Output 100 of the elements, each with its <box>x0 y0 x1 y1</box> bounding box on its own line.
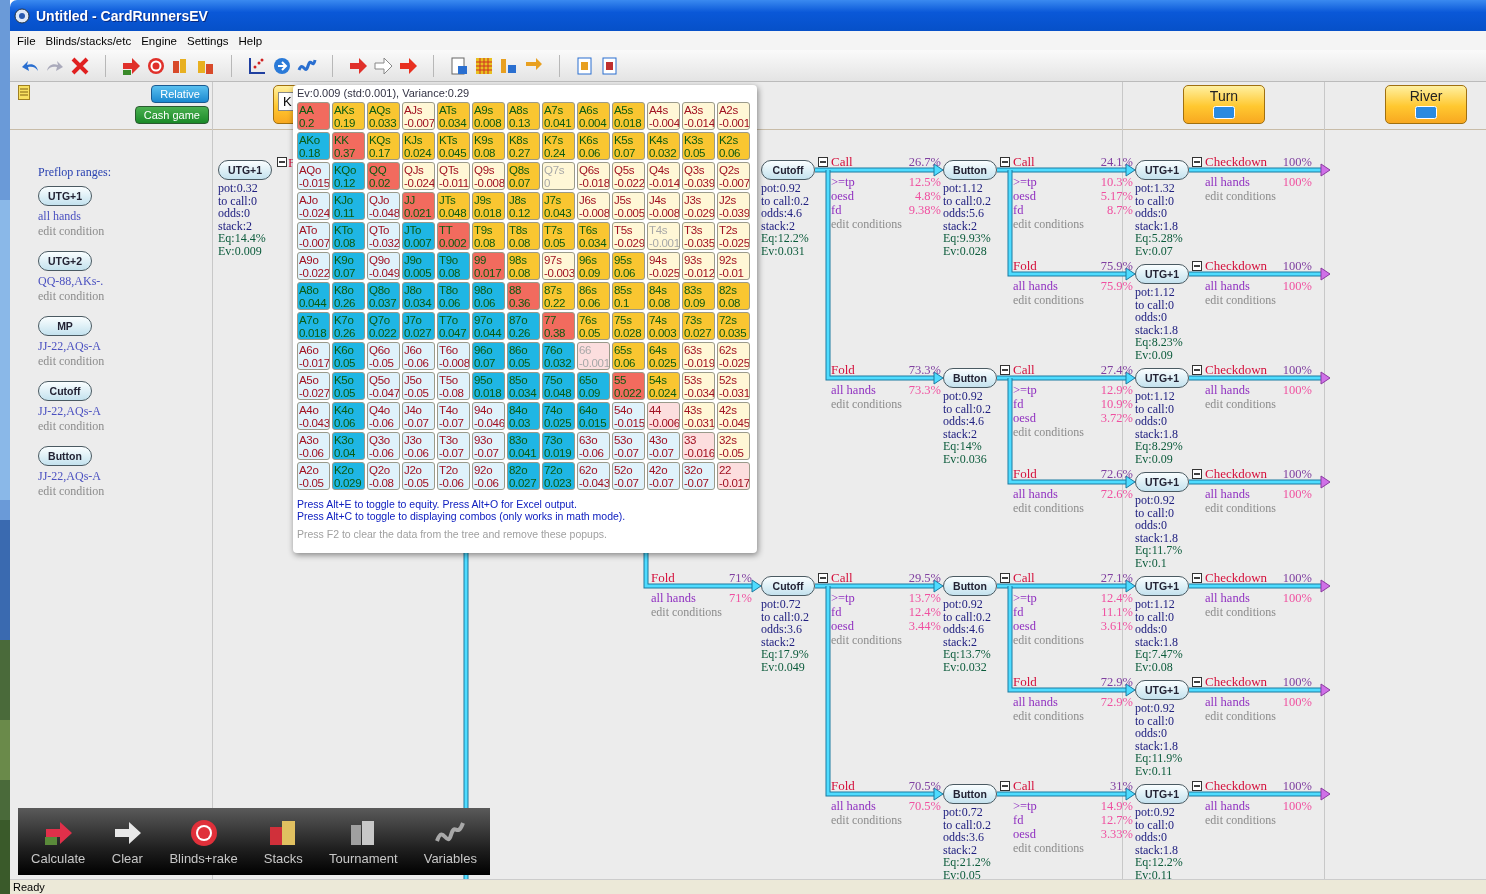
edit-conditions-link[interactable]: edit conditions <box>1013 633 1084 648</box>
arrow-icon[interactable] <box>373 55 393 76</box>
edit-conditions-link[interactable]: edit conditions <box>1205 189 1276 204</box>
position-button[interactable]: UTG+1 <box>1135 160 1189 180</box>
collapse-icon[interactable] <box>1192 157 1202 167</box>
menu-item[interactable]: Engine <box>136 31 182 50</box>
dock-button[interactable]: Variables <box>423 817 477 866</box>
edit-condition-link[interactable]: edit condition <box>38 354 105 369</box>
action-label[interactable]: Call <box>1013 155 1035 169</box>
edit-conditions-link[interactable]: edit conditions <box>831 217 902 232</box>
edit-conditions-link[interactable]: edit conditions <box>1013 841 1084 856</box>
collapse-icon[interactable] <box>1192 365 1202 375</box>
edit-conditions-link[interactable]: edit conditions <box>831 633 902 648</box>
grid-icon[interactable] <box>474 55 494 76</box>
position-button[interactable]: Button <box>943 160 997 180</box>
position-button[interactable]: UTG+1 <box>1135 368 1189 388</box>
action-label[interactable]: Fold <box>651 571 675 585</box>
action-label[interactable]: Checkdown <box>1205 675 1268 689</box>
collapse-icon[interactable] <box>1192 781 1202 791</box>
action-label[interactable]: Fold <box>831 779 855 793</box>
action-label[interactable]: Checkdown <box>1205 259 1268 273</box>
edit-conditions-link[interactable]: edit conditions <box>831 813 902 828</box>
edit-conditions-link[interactable]: edit conditions <box>1013 501 1084 516</box>
action-label[interactable]: Fold <box>1013 467 1037 481</box>
position-button[interactable]: UTG+1 <box>1135 784 1189 804</box>
collapse-icon[interactable] <box>277 157 287 167</box>
edit-condition-link[interactable]: edit condition <box>38 484 105 499</box>
edit-conditions-link[interactable]: edit conditions <box>1013 709 1084 724</box>
delete-icon[interactable] <box>70 55 90 76</box>
edit-conditions-link[interactable]: edit conditions <box>1013 425 1084 440</box>
action-label[interactable]: Call <box>1013 571 1035 585</box>
action-label[interactable]: Checkdown <box>1205 363 1268 377</box>
edit-conditions-link[interactable]: edit conditions <box>1205 397 1276 412</box>
position-button[interactable]: Button <box>943 368 997 388</box>
collapse-icon[interactable] <box>1192 261 1202 271</box>
arrow-icon[interactable] <box>121 55 141 76</box>
position-button[interactable]: UTG+1 <box>1135 680 1189 700</box>
scatter-chart-icon[interactable] <box>247 55 267 76</box>
arrow-icon[interactable] <box>398 55 418 76</box>
edit-conditions-link[interactable]: edit conditions <box>1013 217 1084 232</box>
edit-condition-link[interactable]: edit condition <box>38 224 105 239</box>
edit-condition-link[interactable]: edit condition <box>38 289 105 304</box>
collapse-icon[interactable] <box>1000 157 1010 167</box>
action-label[interactable]: Checkdown <box>1205 155 1268 169</box>
collapse-icon[interactable] <box>1000 781 1010 791</box>
collapse-icon[interactable] <box>1000 573 1010 583</box>
position-button[interactable]: MP <box>38 316 92 336</box>
collapse-icon[interactable] <box>818 573 828 583</box>
action-label[interactable]: Call <box>831 155 853 169</box>
collapse-icon[interactable] <box>1192 573 1202 583</box>
action-label[interactable]: Fold <box>1013 259 1037 273</box>
action-label[interactable]: Fold <box>831 363 855 377</box>
position-button[interactable]: Cutoff <box>38 381 92 401</box>
collapse-icon[interactable] <box>1192 469 1202 479</box>
edit-condition-link[interactable]: edit condition <box>38 419 105 434</box>
action-label[interactable]: Call <box>831 571 853 585</box>
position-button[interactable]: UTG+2 <box>38 251 92 271</box>
collapse-icon[interactable] <box>818 157 828 167</box>
relative-button[interactable]: Relative <box>151 85 209 103</box>
collapse-icon[interactable] <box>1000 365 1010 375</box>
chip-icon[interactable] <box>146 55 166 76</box>
menu-item[interactable]: Blinds/stacks/etc <box>40 31 137 50</box>
note-icon[interactable] <box>18 85 30 100</box>
cash-game-button[interactable]: Cash game <box>134 106 209 124</box>
edit-conditions-link[interactable]: edit conditions <box>1205 293 1276 308</box>
edit-conditions-link[interactable]: edit conditions <box>1205 813 1276 828</box>
position-button[interactable]: Cutoff <box>761 576 815 596</box>
dock-button[interactable]: Stacks <box>263 817 303 866</box>
position-button[interactable]: UTG+1 <box>218 160 272 180</box>
action-label[interactable]: Checkdown <box>1205 571 1268 585</box>
street-button[interactable]: River <box>1385 85 1467 124</box>
action-label[interactable]: Call <box>1013 363 1035 377</box>
position-button[interactable]: Button <box>943 784 997 804</box>
edit-conditions-link[interactable]: edit conditions <box>1205 709 1276 724</box>
collapse-icon[interactable] <box>1192 677 1202 687</box>
position-button[interactable]: Cutoff <box>761 160 815 180</box>
position-button[interactable]: UTG+1 <box>38 186 92 206</box>
edit-conditions-link[interactable]: edit conditions <box>1013 293 1084 308</box>
menu-item[interactable]: File <box>12 31 41 50</box>
position-button[interactable]: UTG+1 <box>1135 472 1189 492</box>
document-icon[interactable] <box>600 55 620 76</box>
position-button[interactable]: UTG+1 <box>1135 576 1189 596</box>
menu-item[interactable]: Help <box>233 31 268 50</box>
position-button[interactable]: Button <box>38 446 92 466</box>
dock-button[interactable]: Clear <box>111 817 144 866</box>
action-label[interactable]: Checkdown <box>1205 779 1268 793</box>
street-button[interactable]: Turn <box>1183 85 1265 124</box>
edit-conditions-link[interactable]: edit conditions <box>1205 501 1276 516</box>
arrow-icon[interactable] <box>348 55 368 76</box>
position-button[interactable]: UTG+1 <box>1135 264 1189 284</box>
action-label[interactable]: Call <box>1013 779 1035 793</box>
dock-button[interactable]: Calculate <box>31 817 86 866</box>
action-label[interactable]: Fold <box>1013 675 1037 689</box>
dock-button[interactable]: Blinds+rake <box>169 817 238 866</box>
edit-conditions-link[interactable]: edit conditions <box>651 605 722 620</box>
forward-icon[interactable] <box>272 55 292 76</box>
edit-conditions-link[interactable]: edit conditions <box>1205 605 1276 620</box>
menu-item[interactable]: Settings <box>182 31 234 50</box>
edit-conditions-link[interactable]: edit conditions <box>831 397 902 412</box>
dock-button[interactable]: Tournament <box>328 817 398 866</box>
